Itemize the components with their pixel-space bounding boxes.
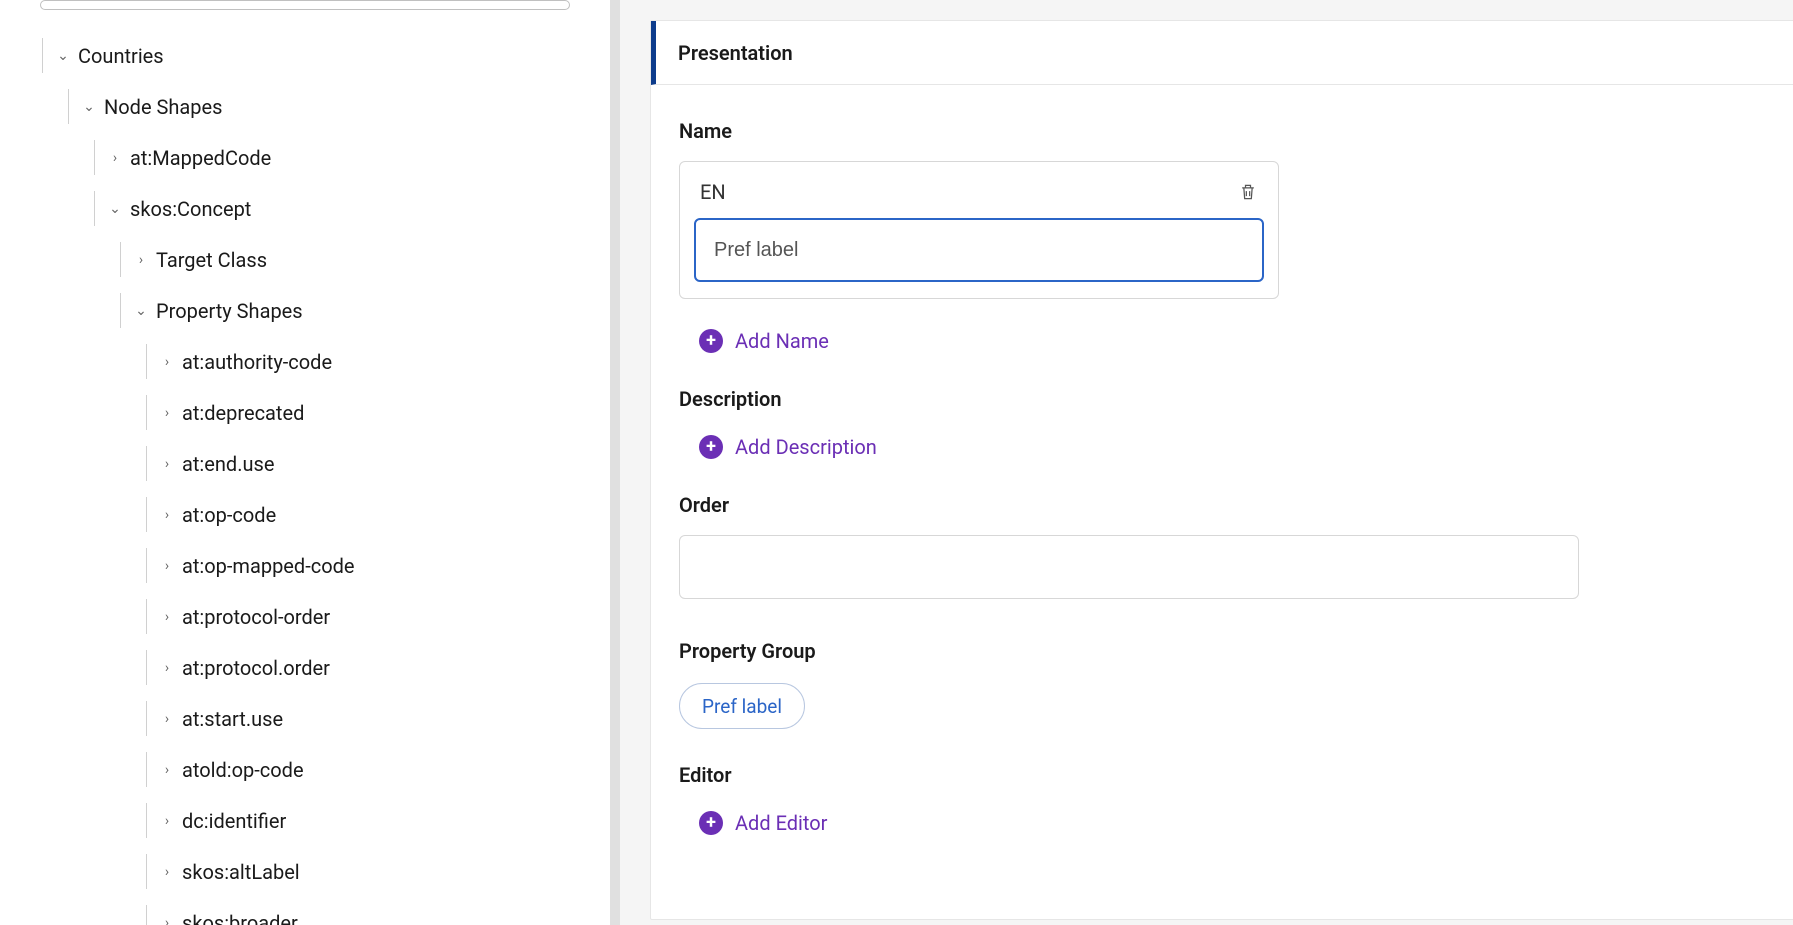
tree-node-target-class[interactable]: › Target Class bbox=[30, 234, 590, 285]
sidebar: ⌄ Countries ⌄ Node Shapes › at:MappedCod… bbox=[0, 0, 620, 925]
add-editor-label: Add Editor bbox=[735, 811, 827, 835]
tree-node-property[interactable]: ›at:protocol.order bbox=[30, 642, 590, 693]
chevron-right-icon[interactable]: › bbox=[160, 354, 180, 370]
chevron-down-icon[interactable]: ⌄ bbox=[108, 201, 128, 217]
chevron-right-icon[interactable]: › bbox=[160, 762, 180, 778]
tree-label: Property Shapes bbox=[154, 299, 303, 323]
tree-label: dc:identifier bbox=[180, 809, 286, 833]
tree-node-property[interactable]: ›dc:identifier bbox=[30, 795, 590, 846]
tree-label: at:protocol-order bbox=[180, 605, 330, 629]
panel-header: Presentation bbox=[651, 21, 1793, 85]
tree-label: at:start.use bbox=[180, 707, 283, 731]
nav-tree: ⌄ Countries ⌄ Node Shapes › at:MappedCod… bbox=[30, 30, 590, 925]
tree-node-property[interactable]: ›at:op-mapped-code bbox=[30, 540, 590, 591]
chevron-right-icon[interactable]: › bbox=[160, 864, 180, 880]
name-lang-tag: EN bbox=[700, 180, 726, 204]
panel-title: Presentation bbox=[678, 41, 793, 65]
tree-node-countries[interactable]: ⌄ Countries bbox=[30, 30, 590, 81]
chevron-down-icon[interactable]: ⌄ bbox=[82, 99, 102, 115]
tree-node-property[interactable]: ›at:deprecated bbox=[30, 387, 590, 438]
tree-label: at:deprecated bbox=[180, 401, 304, 425]
editor-label: Editor bbox=[679, 763, 1771, 787]
chevron-right-icon[interactable]: › bbox=[108, 150, 128, 166]
tree-label: at:op-code bbox=[180, 503, 276, 527]
tree-label: at:protocol.order bbox=[180, 656, 330, 680]
chevron-right-icon[interactable]: › bbox=[160, 558, 180, 574]
tree-label: Countries bbox=[76, 44, 164, 68]
presentation-panel: Presentation Name EN + Add Name bbox=[650, 20, 1793, 920]
tree-label: skos:altLabel bbox=[180, 860, 300, 884]
order-label: Order bbox=[679, 493, 1771, 517]
tree-node-property[interactable]: ›skos:altLabel bbox=[30, 846, 590, 897]
tree-node-property-shapes[interactable]: ⌄ Property Shapes bbox=[30, 285, 590, 336]
property-group-label: Property Group bbox=[679, 639, 1771, 663]
tree-label: at:op-mapped-code bbox=[180, 554, 354, 578]
tree-node-skos-concept[interactable]: ⌄ skos:Concept bbox=[30, 183, 590, 234]
chevron-right-icon[interactable]: › bbox=[134, 252, 154, 268]
add-name-button[interactable]: + Add Name bbox=[679, 323, 829, 361]
tree-label: skos:broader bbox=[180, 911, 298, 925]
plus-icon: + bbox=[699, 435, 723, 459]
property-group-chip-label: Pref label bbox=[702, 695, 782, 718]
add-description-label: Add Description bbox=[735, 435, 877, 459]
tree-node-property[interactable]: ›at:start.use bbox=[30, 693, 590, 744]
tree-label: Node Shapes bbox=[102, 95, 222, 119]
main-content: Presentation Name EN + Add Name bbox=[620, 0, 1793, 925]
plus-icon: + bbox=[699, 329, 723, 353]
tree-node-property[interactable]: ›at:authority-code bbox=[30, 336, 590, 387]
tree-node-property[interactable]: ›at:op-code bbox=[30, 489, 590, 540]
description-label: Description bbox=[679, 387, 1771, 411]
property-group-chip[interactable]: Pref label bbox=[679, 683, 805, 729]
name-label: Name bbox=[679, 119, 1771, 143]
tree-label: at:authority-code bbox=[180, 350, 332, 374]
chevron-right-icon[interactable]: › bbox=[160, 711, 180, 727]
chevron-right-icon[interactable]: › bbox=[160, 813, 180, 829]
tree-label: skos:Concept bbox=[128, 197, 251, 221]
chevron-right-icon[interactable]: › bbox=[160, 609, 180, 625]
tree-node-property[interactable]: ›at:protocol-order bbox=[30, 591, 590, 642]
chevron-right-icon[interactable]: › bbox=[160, 915, 180, 925]
search-input[interactable] bbox=[40, 0, 570, 10]
chevron-right-icon[interactable]: › bbox=[160, 507, 180, 523]
tree-label: at:MappedCode bbox=[128, 146, 271, 170]
tree-node-mapped-code[interactable]: › at:MappedCode bbox=[30, 132, 590, 183]
trash-icon[interactable] bbox=[1238, 181, 1258, 203]
add-editor-button[interactable]: + Add Editor bbox=[679, 805, 827, 843]
name-lang-card: EN bbox=[679, 161, 1279, 299]
chevron-right-icon[interactable]: › bbox=[160, 660, 180, 676]
tree-node-property[interactable]: ›at:end.use bbox=[30, 438, 590, 489]
chevron-right-icon[interactable]: › bbox=[160, 456, 180, 472]
chevron-down-icon[interactable]: ⌄ bbox=[134, 303, 154, 319]
name-input[interactable] bbox=[694, 218, 1264, 282]
tree-node-node-shapes[interactable]: ⌄ Node Shapes bbox=[30, 81, 590, 132]
add-description-button[interactable]: + Add Description bbox=[679, 429, 877, 467]
tree-node-property[interactable]: ›skos:broader bbox=[30, 897, 590, 925]
add-name-label: Add Name bbox=[735, 329, 829, 353]
order-input[interactable] bbox=[679, 535, 1579, 599]
tree-label: at:end.use bbox=[180, 452, 274, 476]
chevron-right-icon[interactable]: › bbox=[160, 405, 180, 421]
tree-node-property[interactable]: ›atold:op-code bbox=[30, 744, 590, 795]
chevron-down-icon[interactable]: ⌄ bbox=[56, 48, 76, 64]
tree-label: atold:op-code bbox=[180, 758, 304, 782]
tree-label: Target Class bbox=[154, 248, 267, 272]
plus-icon: + bbox=[699, 811, 723, 835]
